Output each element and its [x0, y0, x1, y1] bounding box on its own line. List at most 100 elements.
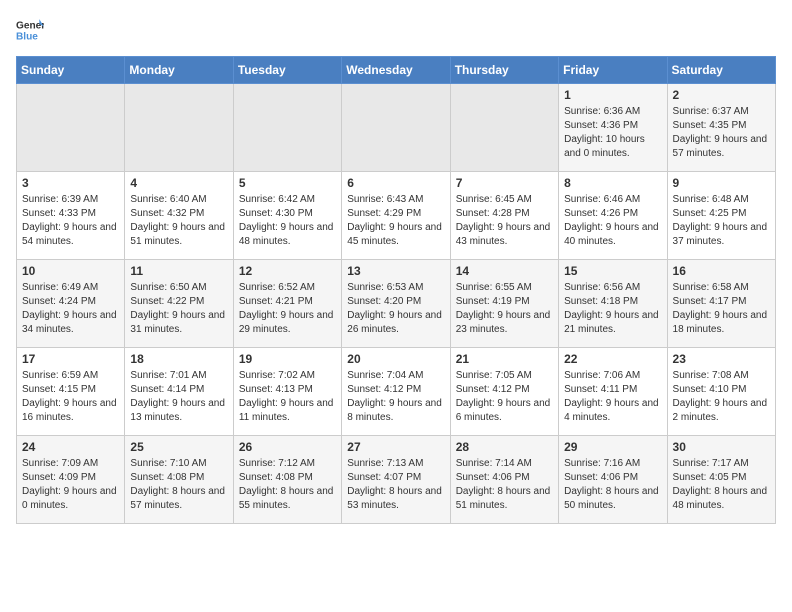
page-header: General Blue [16, 16, 776, 44]
cell-content: Sunrise: 6:50 AM Sunset: 4:22 PM Dayligh… [130, 281, 227, 337]
day-header-sunday: Sunday [17, 57, 125, 84]
cell-content: Sunrise: 6:40 AM Sunset: 4:32 PM Dayligh… [130, 193, 227, 249]
day-number: 7 [456, 176, 553, 190]
day-number: 17 [22, 352, 119, 366]
cell-content: Sunrise: 6:55 AM Sunset: 4:19 PM Dayligh… [456, 281, 553, 337]
cell-content: Sunrise: 6:52 AM Sunset: 4:21 PM Dayligh… [239, 281, 336, 337]
calendar-cell: 19Sunrise: 7:02 AM Sunset: 4:13 PM Dayli… [233, 348, 341, 436]
calendar-table: SundayMondayTuesdayWednesdayThursdayFrid… [16, 56, 776, 524]
week-row-5: 24 Sunrise: 7:09 AM Sunset: 4:09 PM Dayli… [17, 436, 776, 524]
day-number: 24 [22, 440, 119, 454]
calendar-cell: 29 Sunrise: 7:16 AM Sunset: 4:06 PM Dayli… [559, 436, 667, 524]
calendar-cell [17, 84, 125, 172]
calendar-cell: 24 Sunrise: 7:09 AM Sunset: 4:09 PM Dayli… [17, 436, 125, 524]
cell-content: Sunrise: 7:16 AM Sunset: 4:06 PM Dayligh… [564, 457, 661, 513]
calendar-cell: 20 Sunrise: 7:04 AM Sunset: 4:12 PM Dayli… [342, 348, 450, 436]
cell-content: Sunrise: 6:45 AM Sunset: 4:28 PM Dayligh… [456, 193, 553, 249]
day-header-tuesday: Tuesday [233, 57, 341, 84]
day-number: 25 [130, 440, 227, 454]
logo: General Blue [16, 16, 44, 44]
calendar-cell: 3Sunrise: 6:39 AM Sunset: 4:33 PM Daylig… [17, 172, 125, 260]
cell-content: Sunrise: 6:43 AM Sunset: 4:29 PM Dayligh… [347, 193, 444, 249]
day-number: 30 [673, 440, 770, 454]
cell-content: Sunrise: 7:02 AM Sunset: 4:13 PM Dayligh… [239, 369, 336, 425]
calendar-cell: 18 Sunrise: 7:01 AM Sunset: 4:14 PM Dayli… [125, 348, 233, 436]
cell-content: Sunrise: 7:01 AM Sunset: 4:14 PM Dayligh… [130, 369, 227, 425]
calendar-cell: 4 Sunrise: 6:40 AM Sunset: 4:32 PM Daylig… [125, 172, 233, 260]
calendar-cell: 11 Sunrise: 6:50 AM Sunset: 4:22 PM Dayli… [125, 260, 233, 348]
calendar-cell: 10 Sunrise: 6:49 AM Sunset: 4:24 PM Dayli… [17, 260, 125, 348]
day-number: 14 [456, 264, 553, 278]
cell-content: Sunrise: 6:53 AM Sunset: 4:20 PM Dayligh… [347, 281, 444, 337]
day-number: 20 [347, 352, 444, 366]
day-number: 16 [673, 264, 770, 278]
day-number: 22 [564, 352, 661, 366]
day-number: 2 [673, 88, 770, 102]
day-number: 1 [564, 88, 661, 102]
day-header-saturday: Saturday [667, 57, 775, 84]
calendar-cell: 25 Sunrise: 7:10 AM Sunset: 4:08 PM Dayli… [125, 436, 233, 524]
cell-content: Sunrise: 6:48 AM Sunset: 4:25 PM Dayligh… [673, 193, 770, 249]
calendar-cell: 22 Sunrise: 7:06 AM Sunset: 4:11 PM Dayli… [559, 348, 667, 436]
calendar-cell [450, 84, 558, 172]
calendar-cell: 23 Sunrise: 7:08 AM Sunset: 4:10 PM Dayli… [667, 348, 775, 436]
week-row-2: 3Sunrise: 6:39 AM Sunset: 4:33 PM Daylig… [17, 172, 776, 260]
day-number: 5 [239, 176, 336, 190]
calendar-cell: 7 Sunrise: 6:45 AM Sunset: 4:28 PM Daylig… [450, 172, 558, 260]
calendar-header: SundayMondayTuesdayWednesdayThursdayFrid… [17, 57, 776, 84]
calendar-cell: 21Sunrise: 7:05 AM Sunset: 4:12 PM Dayli… [450, 348, 558, 436]
calendar-cell: 13 Sunrise: 6:53 AM Sunset: 4:20 PM Dayli… [342, 260, 450, 348]
week-row-3: 10 Sunrise: 6:49 AM Sunset: 4:24 PM Dayli… [17, 260, 776, 348]
day-number: 21 [456, 352, 553, 366]
cell-content: Sunrise: 6:56 AM Sunset: 4:18 PM Dayligh… [564, 281, 661, 337]
day-number: 3 [22, 176, 119, 190]
cell-content: Sunrise: 7:04 AM Sunset: 4:12 PM Dayligh… [347, 369, 444, 425]
cell-content: Sunrise: 6:42 AM Sunset: 4:30 PM Dayligh… [239, 193, 336, 249]
calendar-cell: 15 Sunrise: 6:56 AM Sunset: 4:18 PM Dayli… [559, 260, 667, 348]
day-number: 13 [347, 264, 444, 278]
calendar-cell: 27 Sunrise: 7:13 AM Sunset: 4:07 PM Dayli… [342, 436, 450, 524]
calendar-cell [233, 84, 341, 172]
cell-content: Sunrise: 7:13 AM Sunset: 4:07 PM Dayligh… [347, 457, 444, 513]
week-row-1: 1 Sunrise: 6:36 AM Sunset: 4:36 PM Daylig… [17, 84, 776, 172]
calendar-cell [342, 84, 450, 172]
calendar-cell: 12Sunrise: 6:52 AM Sunset: 4:21 PM Dayli… [233, 260, 341, 348]
svg-text:Blue: Blue [16, 31, 38, 42]
day-number: 11 [130, 264, 227, 278]
day-number: 23 [673, 352, 770, 366]
day-header-friday: Friday [559, 57, 667, 84]
day-number: 29 [564, 440, 661, 454]
cell-content: Sunrise: 7:10 AM Sunset: 4:08 PM Dayligh… [130, 457, 227, 513]
day-number: 15 [564, 264, 661, 278]
day-number: 4 [130, 176, 227, 190]
logo-icon: General Blue [16, 16, 44, 44]
week-row-4: 17 Sunrise: 6:59 AM Sunset: 4:15 PM Dayli… [17, 348, 776, 436]
calendar-cell: 2 Sunrise: 6:37 AM Sunset: 4:35 PM Daylig… [667, 84, 775, 172]
calendar-cell: 17 Sunrise: 6:59 AM Sunset: 4:15 PM Dayli… [17, 348, 125, 436]
day-number: 28 [456, 440, 553, 454]
day-number: 18 [130, 352, 227, 366]
cell-content: Sunrise: 6:49 AM Sunset: 4:24 PM Dayligh… [22, 281, 119, 337]
day-number: 6 [347, 176, 444, 190]
cell-content: Sunrise: 6:46 AM Sunset: 4:26 PM Dayligh… [564, 193, 661, 249]
calendar-cell: 9Sunrise: 6:48 AM Sunset: 4:25 PM Daylig… [667, 172, 775, 260]
day-number: 8 [564, 176, 661, 190]
cell-content: Sunrise: 6:58 AM Sunset: 4:17 PM Dayligh… [673, 281, 770, 337]
cell-content: Sunrise: 7:17 AM Sunset: 4:05 PM Dayligh… [673, 457, 770, 513]
cell-content: Sunrise: 7:06 AM Sunset: 4:11 PM Dayligh… [564, 369, 661, 425]
day-header-thursday: Thursday [450, 57, 558, 84]
cell-content: Sunrise: 7:09 AM Sunset: 4:09 PM Dayligh… [22, 457, 119, 513]
day-number: 10 [22, 264, 119, 278]
cell-content: Sunrise: 6:59 AM Sunset: 4:15 PM Dayligh… [22, 369, 119, 425]
cell-content: Sunrise: 7:08 AM Sunset: 4:10 PM Dayligh… [673, 369, 770, 425]
cell-content: Sunrise: 7:12 AM Sunset: 4:08 PM Dayligh… [239, 457, 336, 513]
cell-content: Sunrise: 7:14 AM Sunset: 4:06 PM Dayligh… [456, 457, 553, 513]
day-number: 27 [347, 440, 444, 454]
cell-content: Sunrise: 6:36 AM Sunset: 4:36 PM Dayligh… [564, 105, 661, 161]
calendar-cell: 16 Sunrise: 6:58 AM Sunset: 4:17 PM Dayli… [667, 260, 775, 348]
calendar-cell: 26Sunrise: 7:12 AM Sunset: 4:08 PM Dayli… [233, 436, 341, 524]
cell-content: Sunrise: 6:37 AM Sunset: 4:35 PM Dayligh… [673, 105, 770, 161]
calendar-cell: 6 Sunrise: 6:43 AM Sunset: 4:29 PM Daylig… [342, 172, 450, 260]
day-header-wednesday: Wednesday [342, 57, 450, 84]
calendar-cell: 1 Sunrise: 6:36 AM Sunset: 4:36 PM Daylig… [559, 84, 667, 172]
